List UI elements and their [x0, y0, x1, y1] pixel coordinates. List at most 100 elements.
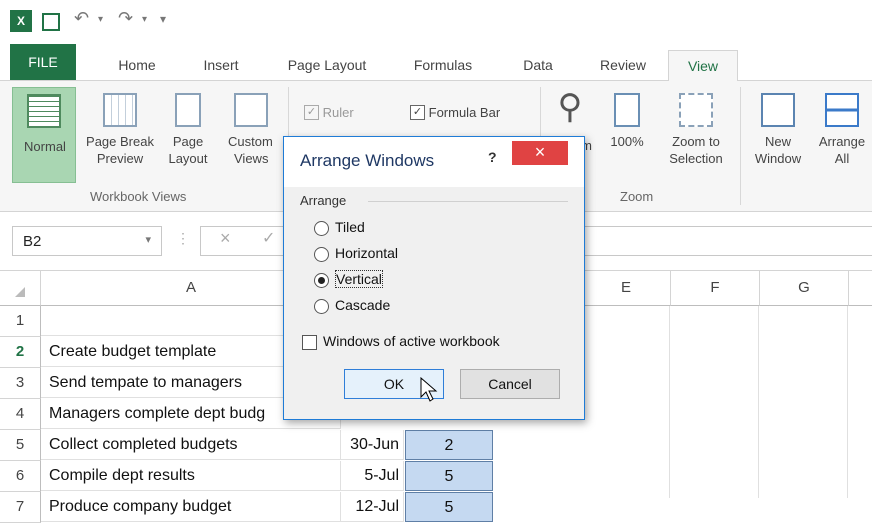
name-box[interactable]: B2 ▾ [12, 226, 162, 256]
formula-bar-checkbox[interactable]: ✓ Formula Bar [410, 103, 530, 121]
column-header-e[interactable]: E [582, 271, 671, 306]
customize-qat-icon[interactable]: ▾ [160, 12, 166, 26]
radio-horizontal[interactable]: Horizontal [314, 245, 398, 262]
normal-grid-icon [27, 94, 61, 128]
custom-views-button[interactable]: Custom Views [220, 93, 280, 167]
cell-a[interactable]: Produce company budget [41, 492, 341, 522]
custom-views-label-1: Custom [228, 134, 273, 149]
excel-logo-icon: X [10, 10, 32, 32]
arrange-all-icon [825, 93, 859, 127]
checkbox-label: Windows of active workbook [323, 333, 500, 349]
row-header[interactable]: 1 [0, 306, 41, 337]
new-window-icon [761, 93, 795, 127]
page-layout-icon [175, 93, 201, 127]
radio-label: Tiled [335, 219, 365, 235]
undo-icon[interactable]: ↶ [74, 8, 89, 29]
formula-bar-grip-icon: ⋮ [176, 230, 190, 246]
ribbon-tabs: FILE Home Insert Page Layout Formulas Da… [0, 44, 872, 82]
radio-icon [314, 246, 329, 262]
row-header[interactable]: 5 [0, 430, 41, 461]
page-break-label-1: Page Break [86, 134, 154, 149]
cell-date[interactable]: 30-Jun [312, 430, 404, 460]
page-layout-label-1: Page [172, 134, 204, 149]
zoom-selection-icon [679, 93, 713, 127]
mouse-cursor-icon [420, 377, 438, 402]
radio-vertical[interactable]: Vertical [314, 270, 383, 288]
zoom-selection-label-1: Zoom to [672, 134, 720, 149]
undo-dropdown-icon[interactable]: ▾ [98, 14, 103, 25]
ribbon-separator [740, 87, 741, 205]
column-header-g[interactable]: G [760, 271, 849, 306]
zoom-100-button[interactable]: 100% [604, 93, 650, 150]
radio-selected-icon [314, 272, 329, 288]
radio-icon [314, 220, 329, 236]
cell-duration[interactable]: 5 [405, 492, 493, 522]
tab-page-layout[interactable]: Page Layout [272, 50, 382, 80]
cell-f-column[interactable] [671, 306, 759, 498]
page-layout-button[interactable]: Page Layout [162, 93, 214, 167]
cell-duration[interactable]: 2 [405, 430, 493, 460]
tab-home[interactable]: Home [104, 50, 170, 80]
formula-bar-check-icon: ✓ [410, 105, 425, 121]
tab-formulas[interactable]: Formulas [398, 50, 488, 80]
custom-views-label-2: Views [234, 151, 269, 166]
tab-insert[interactable]: Insert [188, 50, 254, 80]
row-header[interactable]: 4 [0, 399, 41, 430]
radio-icon [314, 298, 329, 314]
page-break-icon [103, 93, 137, 127]
new-window-label-1: New [764, 134, 791, 149]
normal-view-button[interactable]: Normal [12, 87, 76, 183]
radio-label: Vertical [335, 270, 383, 288]
arrange-all-button[interactable]: Arrange All [812, 93, 872, 167]
zoom-to-selection-button[interactable]: Zoom to Selection [658, 93, 734, 167]
cancel-button[interactable]: Cancel [460, 369, 560, 399]
normal-label: Normal [24, 139, 66, 154]
page-layout-label-2: Layout [168, 151, 208, 166]
row-header[interactable]: 7 [0, 492, 41, 523]
arrange-group-label: Arrange [300, 193, 347, 208]
ruler-check-icon: ✓ [304, 105, 319, 121]
formula-bar-label: Formula Bar [428, 105, 501, 121]
help-button[interactable]: ? [488, 149, 497, 165]
cell-a[interactable]: Compile dept results [41, 461, 341, 491]
ruler-checkbox[interactable]: ✓ Ruler [304, 103, 374, 121]
custom-views-icon [234, 93, 268, 127]
select-all-corner[interactable] [0, 271, 41, 306]
cell-a[interactable]: Collect completed budgets [41, 430, 341, 460]
ruler-label: Ruler [322, 105, 354, 121]
row-header[interactable]: 3 [0, 368, 41, 399]
name-box-value: B2 [23, 233, 42, 250]
cell-date[interactable]: 5-Jul [312, 461, 404, 491]
redo-dropdown-icon[interactable]: ▾ [142, 14, 147, 25]
cell-duration[interactable]: 5 [405, 461, 493, 491]
save-icon[interactable] [42, 13, 60, 31]
cell-g-column[interactable] [760, 306, 848, 498]
page-break-label-2: Preview [96, 151, 144, 166]
column-header-h[interactable] [849, 271, 872, 306]
select-all-icon [15, 287, 25, 297]
zoom-100-icon [614, 93, 640, 127]
page-break-preview-button[interactable]: Page Break Preview [80, 93, 160, 167]
tab-view[interactable]: View [668, 50, 738, 82]
windows-of-active-workbook-checkbox[interactable]: Windows of active workbook [302, 333, 500, 350]
tab-file[interactable]: FILE [10, 44, 76, 80]
checkbox-icon [302, 334, 317, 350]
dialog-title-bar[interactable]: Arrange Windows ? × [284, 137, 584, 187]
zoom-group-label: Zoom [620, 189, 654, 204]
row-header[interactable]: 2 [0, 337, 41, 368]
new-window-button[interactable]: New Window [746, 93, 810, 167]
column-header-f[interactable]: F [671, 271, 760, 306]
magnifier-icon: ⚲ [557, 88, 583, 126]
name-box-dropdown-icon[interactable]: ▾ [145, 233, 151, 246]
cell-e-column[interactable] [582, 306, 670, 498]
cell-date[interactable]: 12-Jul [312, 492, 404, 522]
tab-review[interactable]: Review [588, 50, 658, 80]
redo-icon[interactable]: ↷ [118, 8, 133, 29]
arrange-all-label-2: All [834, 151, 850, 166]
row-header[interactable]: 6 [0, 461, 41, 492]
radio-tiled[interactable]: Tiled [314, 219, 365, 236]
close-button[interactable]: × [512, 141, 568, 165]
tab-data[interactable]: Data [508, 50, 568, 80]
radio-cascade[interactable]: Cascade [314, 297, 390, 314]
title-bar: X ↶ ▾ ↷ ▾ ▾ [0, 0, 872, 44]
